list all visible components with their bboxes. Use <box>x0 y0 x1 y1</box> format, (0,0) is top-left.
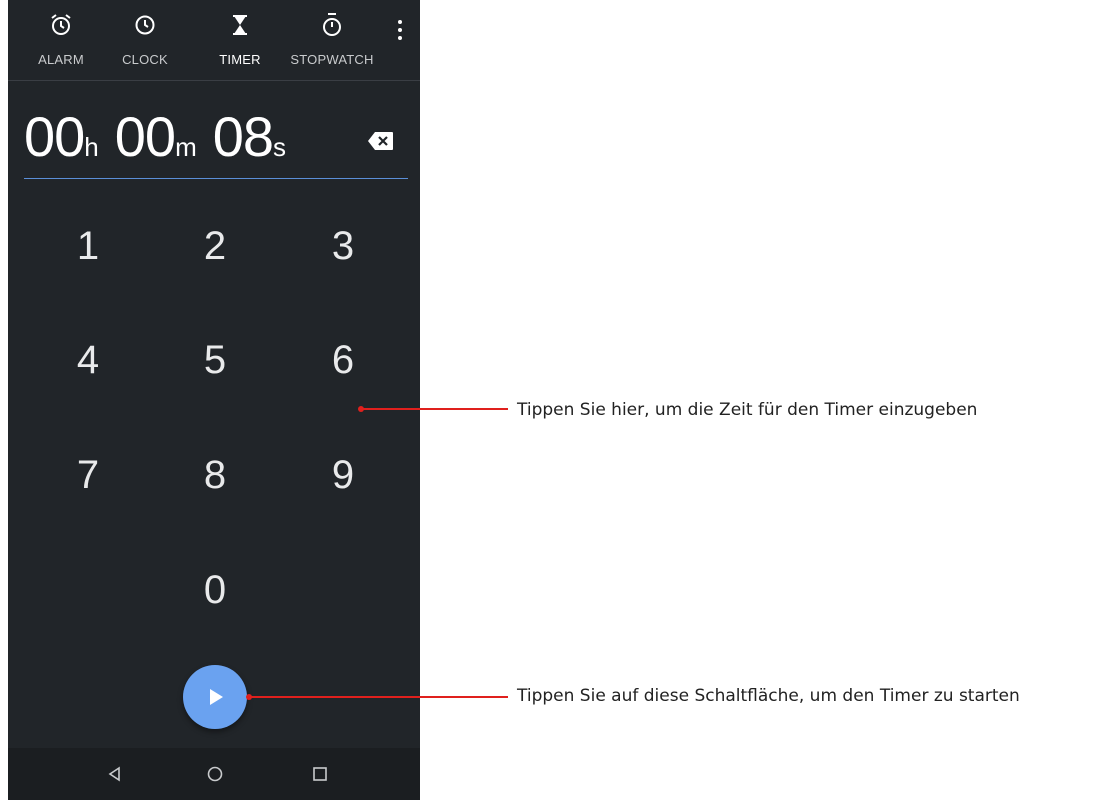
backspace-icon[interactable] <box>368 131 394 151</box>
keypad-key-7[interactable]: 7 <box>43 440 133 510</box>
phone-screen: ALARM CLOCK TIMER STOPWATCH 00h 00m 08s … <box>8 0 420 800</box>
callout-start-line <box>250 696 508 698</box>
alarm-icon <box>51 14 71 35</box>
minutes-unit: m <box>175 132 197 162</box>
stopwatch-icon <box>323 13 341 36</box>
tab-label: CLOCK <box>122 52 168 67</box>
keypad-key-1[interactable]: 1 <box>43 211 133 281</box>
recents-icon[interactable] <box>308 762 332 786</box>
tab-clock[interactable]: CLOCK <box>100 0 190 80</box>
system-nav-bar <box>8 748 420 800</box>
keypad-key-4[interactable]: 4 <box>43 325 133 395</box>
seconds-value: 08 <box>212 105 274 168</box>
home-icon[interactable] <box>203 762 227 786</box>
hours-value: 00 <box>24 105 85 168</box>
callout-keypad-text: Tippen Sie hier, um die Zeit für den Tim… <box>517 400 978 420</box>
hours-unit: h <box>84 132 99 162</box>
tab-timer[interactable]: TIMER <box>195 0 285 80</box>
play-icon <box>210 689 223 705</box>
tab-alarm[interactable]: ALARM <box>16 0 106 80</box>
hourglass-icon <box>233 15 247 35</box>
back-icon[interactable] <box>103 762 127 786</box>
tab-stopwatch[interactable]: STOPWATCH <box>282 0 382 80</box>
callout-keypad-line <box>362 408 508 410</box>
keypad-key-2[interactable]: 2 <box>170 211 260 281</box>
timer-underline <box>24 178 408 179</box>
tab-label: ALARM <box>38 52 84 67</box>
start-timer-button[interactable] <box>183 665 247 729</box>
keypad-key-9[interactable]: 9 <box>298 440 388 510</box>
seconds-unit: s <box>273 132 287 162</box>
callout-start-text: Tippen Sie auf diese Schaltfläche, um de… <box>517 686 1020 706</box>
minutes-value: 00 <box>114 105 176 168</box>
timer-display: 00h 00m 08s <box>24 104 404 174</box>
clock-icon <box>135 15 155 35</box>
keypad-key-8[interactable]: 8 <box>170 440 260 510</box>
tab-label: TIMER <box>219 52 261 67</box>
tab-bar: ALARM CLOCK TIMER STOPWATCH <box>8 0 420 81</box>
overflow-menu-icon[interactable] <box>392 18 408 44</box>
keypad-key-5[interactable]: 5 <box>170 325 260 395</box>
keypad-key-6[interactable]: 6 <box>298 325 388 395</box>
keypad-key-3[interactable]: 3 <box>298 211 388 281</box>
tab-label: STOPWATCH <box>290 52 374 67</box>
keypad-key-0[interactable]: 0 <box>170 555 260 625</box>
